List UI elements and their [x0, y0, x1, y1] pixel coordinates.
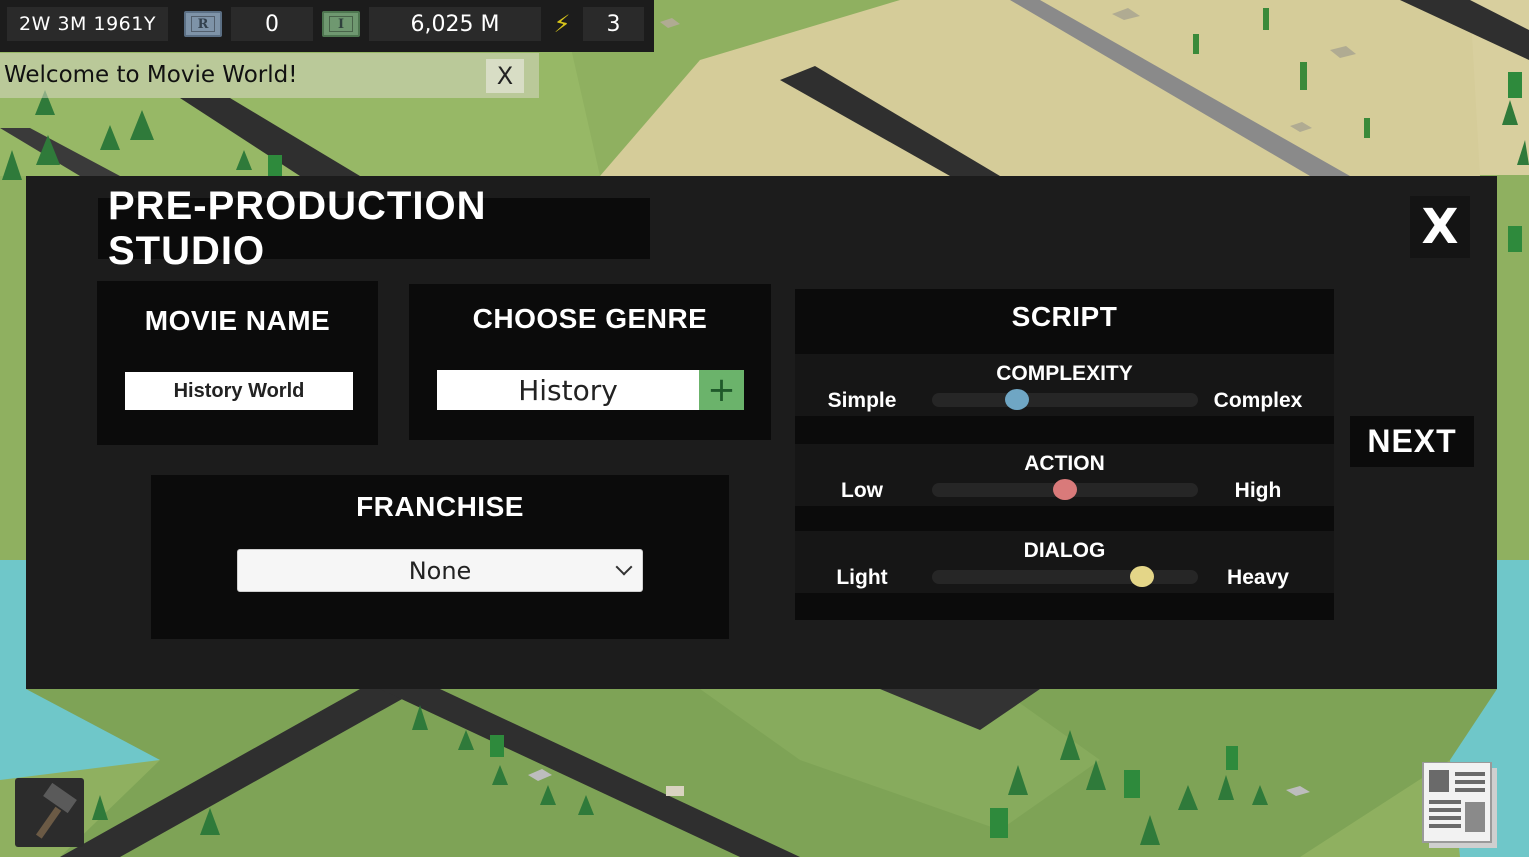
- add-genre-button[interactable]: +: [699, 370, 744, 410]
- chevron-down-icon: [615, 558, 633, 576]
- franchise-card: FRANCHISE None: [151, 475, 729, 639]
- notification-bar: Welcome to Movie World! X: [0, 53, 539, 98]
- franchise-selected-value: None: [408, 556, 472, 585]
- money-bill-icon: I: [320, 7, 362, 41]
- script-label: SCRIPT: [1011, 301, 1118, 332]
- reputation-ticket: R: [184, 11, 222, 37]
- newspaper-button[interactable]: [1421, 761, 1499, 850]
- money-bill: I: [322, 11, 360, 37]
- dialog-low-label: Light: [836, 566, 888, 589]
- action-high-label: High: [1234, 479, 1282, 502]
- genre-card: CHOOSE GENRE History +: [409, 284, 771, 440]
- reputation-value: 0: [231, 7, 313, 41]
- movie-name-card: MOVIE NAME: [97, 281, 378, 445]
- dialog-high-label: Heavy: [1227, 566, 1289, 589]
- complexity-slider[interactable]: [932, 389, 1198, 410]
- complexity-low-label: Simple: [827, 389, 897, 412]
- script-card: SCRIPT COMPLEXITY Simple Complex ACTION …: [795, 289, 1334, 620]
- movie-name-label: MOVIE NAME: [144, 305, 331, 336]
- money-value: 6,025 M: [369, 7, 541, 41]
- lightning-icon: ⚡: [553, 10, 571, 38]
- action-slider-row: ACTION Low High: [795, 444, 1334, 506]
- complexity-slider-handle[interactable]: [1005, 389, 1030, 410]
- top-hud: 2W 3M 1961Y R 0 I 6,025 M ⚡ 3: [0, 0, 654, 52]
- hammer-icon: [35, 782, 77, 839]
- panel-title: PRE-PRODUCTION STUDIO: [108, 183, 487, 273]
- next-button[interactable]: NEXT: [1350, 416, 1474, 467]
- date-display: 2W 3M 1961Y: [7, 7, 168, 41]
- newspaper-icon: [1422, 761, 1497, 848]
- dialog-slider[interactable]: [932, 566, 1198, 587]
- genre-field[interactable]: History: [437, 370, 699, 410]
- action-low-label: Low: [841, 479, 883, 502]
- movie-name-input[interactable]: [125, 372, 353, 410]
- panel-title-box: PRE-PRODUCTION STUDIO: [98, 184, 650, 273]
- action-slider-handle[interactable]: [1053, 479, 1077, 500]
- pre-production-panel: PRE-PRODUCTION STUDIO X MOVIE NAME CHOOS…: [26, 176, 1497, 689]
- complexity-slider-row: COMPLEXITY Simple Complex: [795, 354, 1334, 416]
- energy-value: 3: [583, 7, 644, 41]
- notification-close-button[interactable]: X: [486, 59, 524, 93]
- dialog-label: DIALOG: [1023, 539, 1106, 562]
- dialog-slider-handle[interactable]: [1130, 566, 1155, 587]
- notification-text: Welcome to Movie World!: [4, 62, 298, 88]
- genre-label: CHOOSE GENRE: [472, 303, 708, 334]
- franchise-label: FRANCHISE: [356, 491, 524, 522]
- money-bill-letter: I: [329, 16, 353, 32]
- complexity-label: COMPLEXITY: [996, 362, 1133, 385]
- action-slider[interactable]: [932, 479, 1198, 500]
- complexity-high-label: Complex: [1213, 389, 1303, 412]
- dialog-slider-row: DIALOG Light Heavy: [795, 531, 1334, 593]
- reputation-ticket-icon: R: [183, 7, 223, 41]
- build-button[interactable]: [15, 778, 84, 847]
- franchise-select[interactable]: None: [237, 549, 643, 592]
- action-label: ACTION: [1024, 452, 1105, 475]
- panel-close-button[interactable]: X: [1410, 196, 1470, 258]
- reputation-ticket-letter: R: [191, 16, 215, 32]
